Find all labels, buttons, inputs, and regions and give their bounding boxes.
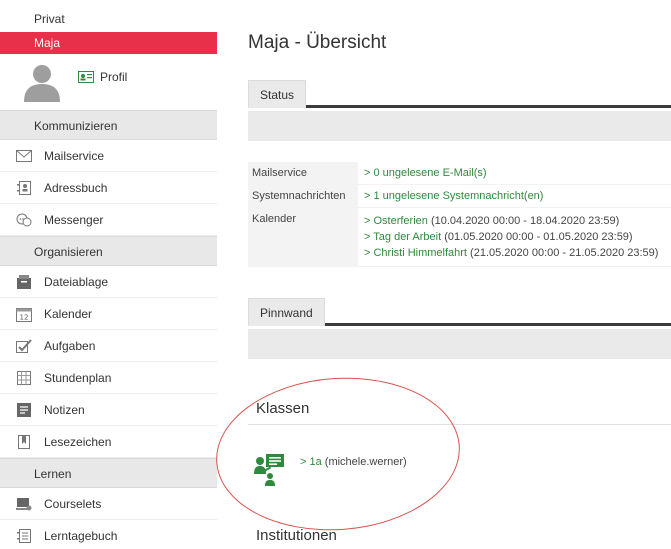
class-entry: > 1a (michele.werner) (300, 456, 407, 468)
messenger-icon (16, 212, 32, 228)
sidebar-item-label: Notizen (44, 402, 85, 417)
tab-status[interactable]: Status (248, 80, 307, 108)
calendar-entry: > Osterferien (10.04.2020 00:00 - 18.04.… (364, 213, 665, 229)
status-tab-bar: Status (248, 80, 671, 108)
group-header-lernen: Lernen (0, 458, 217, 488)
row-value: > Osterferien (10.04.2020 00:00 - 18.04.… (358, 208, 671, 266)
sidebar-item-label: Aufgaben (44, 338, 96, 353)
folder-icon (16, 274, 32, 290)
section-title-institutionen: Institutionen (256, 527, 337, 544)
sidebar-item-notizen[interactable]: Notizen (0, 394, 217, 426)
sidebar-item-label: Stundenplan (44, 370, 112, 385)
row-value: > 1 ungelesene Systemnachricht(en) (358, 185, 671, 207)
class-teacher-icon (254, 454, 284, 486)
sidebar-item-label: Dateiablage (44, 274, 109, 289)
mail-icon (16, 148, 32, 164)
svg-text:12: 12 (20, 313, 29, 321)
group-header-organisieren: Organisieren (0, 236, 217, 266)
avatar-icon (24, 65, 60, 102)
tab-pinnwand[interactable]: Pinnwand (248, 298, 325, 326)
calendar-event-dates: (10.04.2020 00:00 - 18.04.2020 23:59) (427, 215, 620, 227)
row-value: > 0 ungelesene E-Mail(s) (358, 162, 671, 184)
profile-label: Profil (100, 70, 128, 84)
system-message-link[interactable]: > 1 ungelesene Systemnachricht(en) (364, 190, 543, 202)
status-table: Mailservice > 0 ungelesene E-Mail(s) Sys… (248, 162, 671, 267)
sidebar-item-kalender[interactable]: 12 Kalender (0, 298, 217, 330)
status-panel (248, 111, 671, 141)
unread-mail-link[interactable]: > 0 ungelesene E-Mail(s) (364, 167, 487, 179)
table-row-calendar: Kalender > Osterferien (10.04.2020 00:00… (248, 208, 671, 267)
profile-link[interactable]: Profil (78, 70, 127, 84)
calendar-event-link[interactable]: > Tag der Arbeit (364, 231, 441, 243)
timetable-icon (16, 370, 32, 386)
calendar-entry: > Tag der Arbeit (01.05.2020 00:00 - 01.… (364, 229, 665, 245)
sidebar: Privat Maja Profil Kommunizieren Mailser… (0, 0, 217, 549)
main-content: Maja - Übersicht Status Mailservice > 0 … (248, 0, 671, 549)
address-book-icon (16, 180, 32, 196)
divider (248, 424, 671, 425)
sidebar-item-label: Messenger (44, 212, 104, 227)
sidebar-item-mailservice[interactable]: Mailservice (0, 140, 217, 172)
sidebar-item-label: Adressbuch (44, 180, 108, 195)
sidebar-item-label: Lesezeichen (44, 434, 112, 449)
class-owner: (michele.werner) (321, 456, 407, 468)
row-label: Systemnachrichten (248, 185, 358, 207)
class-link[interactable]: > 1a (300, 456, 322, 468)
sidebar-item-dateiablage[interactable]: Dateiablage (0, 266, 217, 298)
calendar-event-dates: (21.05.2020 00:00 - 21.05.2020 23:59) (467, 247, 659, 259)
section-private: Privat (34, 12, 65, 26)
row-label: Kalender (248, 208, 358, 266)
checkbox-icon (16, 338, 32, 354)
sidebar-item-label: Kalender (44, 306, 93, 321)
sidebar-item-lerntagebuch[interactable]: Lerntagebuch (0, 520, 217, 549)
sidebar-item-courselets[interactable]: Courselets (0, 488, 217, 520)
sidebar-item-messenger[interactable]: Messenger (0, 204, 217, 236)
row-label: Mailservice (248, 162, 358, 184)
sidebar-item-label: Mailservice (44, 148, 105, 163)
pinnwand-panel (248, 329, 671, 359)
sidebar-item-lesezeichen[interactable]: Lesezeichen (0, 426, 217, 458)
calendar-event-link[interactable]: > Osterferien (364, 215, 428, 227)
active-user-item[interactable]: Maja (0, 32, 217, 54)
sidebar-item-label: Courselets (44, 496, 102, 511)
profile-row: Profil (0, 54, 217, 102)
pinnwand-tab-bar: Pinnwand (248, 298, 671, 326)
sidebar-item-adressbuch[interactable]: Adressbuch (0, 172, 217, 204)
bookmark-icon (16, 434, 32, 450)
journal-icon (16, 528, 32, 544)
group-header-kommunizieren: Kommunizieren (0, 110, 217, 140)
sidebar-item-label: Lerntagebuch (44, 528, 118, 543)
courselets-icon (16, 496, 32, 512)
section-title-klassen: Klassen (256, 400, 310, 417)
sidebar-item-stundenplan[interactable]: Stundenplan (0, 362, 217, 394)
table-row-mail: Mailservice > 0 ungelesene E-Mail(s) (248, 162, 671, 185)
table-row-system: Systemnachrichten > 1 ungelesene Systemn… (248, 185, 671, 208)
calendar-entry: > Christi Himmelfahrt (21.05.2020 00:00 … (364, 245, 665, 261)
calendar-event-link[interactable]: > Christi Himmelfahrt (364, 247, 467, 259)
page-title: Maja - Übersicht (248, 32, 387, 53)
notes-icon (16, 402, 32, 418)
sidebar-item-aufgaben[interactable]: Aufgaben (0, 330, 217, 362)
profile-card-icon (78, 71, 94, 83)
calendar-event-dates: (01.05.2020 00:00 - 01.05.2020 23:59) (441, 231, 633, 243)
calendar-icon: 12 (16, 306, 32, 322)
